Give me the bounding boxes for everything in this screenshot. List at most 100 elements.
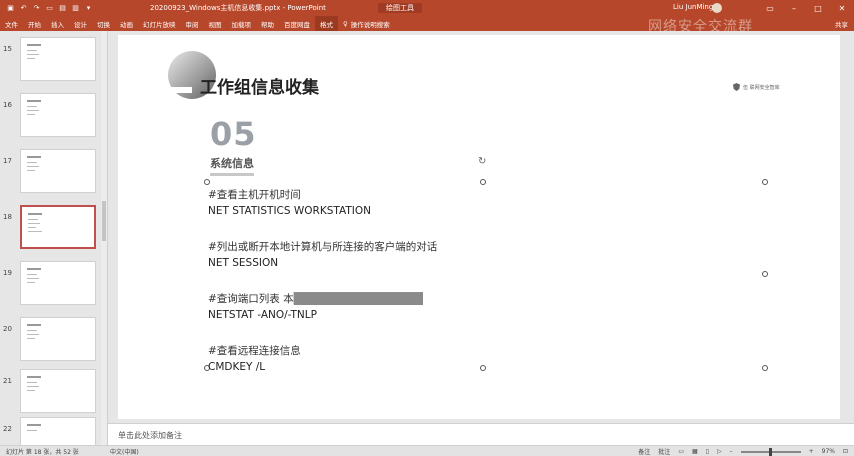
print-icon[interactable]: ▥ <box>71 4 80 13</box>
tab-review[interactable]: 审阅 <box>181 16 204 31</box>
thumbnail-row[interactable]: 17 <box>0 149 108 205</box>
tab-baidu[interactable]: 百度网盘 <box>279 16 315 31</box>
notes-pane[interactable]: 单击此处添加备注 <box>108 423 854 445</box>
slide-sorter-icon[interactable]: ▦ <box>692 448 698 455</box>
resize-handle[interactable] <box>480 179 486 185</box>
slide-thumbnail[interactable] <box>20 149 96 193</box>
slide-editor: 工作组信息收集 伍 联网安全智库 05 系统信息 ↻ #查看主机开机时间 NET… <box>108 31 854 423</box>
slideshow-view-icon[interactable]: ▷ <box>717 448 722 455</box>
section-name[interactable]: 系统信息 <box>210 155 254 176</box>
title-decoration-bar <box>168 87 192 93</box>
tab-help[interactable]: 帮助 <box>256 16 279 31</box>
zoom-in-icon[interactable]: + <box>809 448 814 455</box>
tab-insert[interactable]: 插入 <box>46 16 69 31</box>
close-icon[interactable]: ✕ <box>830 0 854 16</box>
language-indicator[interactable]: 中文(中国) <box>110 447 139 456</box>
thumbnail-scrollbar[interactable] <box>101 31 107 445</box>
comment-text: #查看主机开机时间 <box>208 189 301 201</box>
powerpoint-window: ▣ ↶ ↷ ▭ ▤ ▥ ▾ 20200923_Windows主机信息收集.ppt… <box>0 0 854 456</box>
thumbnail-pane: 15 16 17 18 19 20 21 22 <box>0 31 108 445</box>
command-text: NET SESSION <box>208 257 279 269</box>
resize-handle[interactable] <box>762 179 768 185</box>
undo-icon[interactable]: ↶ <box>19 4 28 13</box>
avatar[interactable] <box>712 3 722 13</box>
body-text-line[interactable]: NET STATISTICS WORKSTATION <box>208 205 371 217</box>
slide[interactable]: 工作组信息收集 伍 联网安全智库 05 系统信息 ↻ #查看主机开机时间 NET… <box>118 35 840 419</box>
fit-slide-icon[interactable]: ⊡ <box>843 448 848 455</box>
rotate-handle-icon[interactable]: ↻ <box>478 157 488 167</box>
comments-button[interactable]: 批注 <box>658 447 670 456</box>
slideshow-icon[interactable]: ▭ <box>45 4 54 13</box>
command-text: NET STATISTICS WORKSTATION <box>208 205 371 217</box>
user-name[interactable]: Liu JunMing <box>673 3 713 11</box>
thumbnail-number: 21 <box>3 377 12 385</box>
thumbnail-row[interactable]: 19 <box>0 261 108 317</box>
notes-placeholder: 单击此处添加备注 <box>118 431 182 440</box>
thumbnail-row[interactable]: 22 <box>0 417 108 445</box>
thumbnail-row[interactable]: 15 <box>0 37 108 93</box>
share-button[interactable]: 共享 <box>835 19 848 29</box>
reading-view-icon[interactable]: ▯ <box>706 448 709 455</box>
redo-icon[interactable]: ↷ <box>32 4 41 13</box>
notes-button[interactable]: 备注 <box>638 447 650 456</box>
tab-addins[interactable]: 加载项 <box>227 16 257 31</box>
comment-text: #列出或断开本地计算机与所连接的客户端的对话 <box>208 241 438 253</box>
thumbnail-row[interactable]: 16 <box>0 93 108 149</box>
command-text: CMDKEY /L <box>208 361 266 373</box>
slide-thumbnail[interactable] <box>20 93 96 137</box>
slide-thumbnail[interactable] <box>20 261 96 305</box>
slide-thumbnail[interactable] <box>20 317 96 361</box>
resize-handle[interactable] <box>762 365 768 371</box>
tell-me-search[interactable]: ♀ 操作说明搜索 <box>338 16 395 31</box>
tab-view[interactable]: 视图 <box>204 16 227 31</box>
normal-view-icon[interactable]: ▭ <box>678 448 684 455</box>
zoom-out-icon[interactable]: – <box>730 448 733 455</box>
slide-thumbnail[interactable] <box>20 369 96 413</box>
thumbnail-number: 16 <box>3 101 12 109</box>
maximize-icon[interactable]: □ <box>806 0 830 16</box>
logo-text: 伍 联网安全智库 <box>743 84 780 91</box>
document-title: 20200923_Windows主机信息收集.pptx - PowerPoint <box>150 4 326 12</box>
scrollbar-thumb[interactable] <box>102 201 106 241</box>
quick-access-toolbar: ▣ ↶ ↷ ▭ ▤ ▥ ▾ <box>0 4 150 13</box>
section-number[interactable]: 05 <box>210 115 257 153</box>
thumbnail-row[interactable]: 18 <box>0 205 108 261</box>
body-text-line[interactable]: #列出或断开本地计算机与所连接的客户端的对话 <box>208 239 437 254</box>
slide-thumbnail[interactable] <box>20 417 96 445</box>
resize-handle[interactable] <box>480 365 486 371</box>
resize-handle[interactable] <box>762 271 768 277</box>
shield-icon <box>733 83 740 91</box>
body-text-line[interactable]: NET SESSION <box>208 257 278 269</box>
tab-design[interactable]: 设计 <box>69 16 92 31</box>
customize-icon[interactable]: ▾ <box>84 4 93 13</box>
body-text-line[interactable]: CMDKEY /L <box>208 361 265 373</box>
slide-thumbnail-selected[interactable] <box>20 205 96 249</box>
body-text-line[interactable]: NETSTAT -ANO/-TNLP <box>208 309 317 321</box>
command-text: NETSTAT -ANO/-TNLP <box>208 309 317 321</box>
minimize-icon[interactable]: – <box>782 0 806 16</box>
body-text-line[interactable]: #查看远程连接信息 <box>208 343 301 358</box>
thumbnail-row[interactable]: 20 <box>0 317 108 373</box>
slide-thumbnail[interactable] <box>20 37 96 81</box>
thumbnail-number: 19 <box>3 269 12 277</box>
zoom-level[interactable]: 97% <box>822 448 835 455</box>
logo: 伍 联网安全智库 <box>733 83 780 91</box>
tab-format[interactable]: 格式 <box>315 16 338 31</box>
thumbnail-number: 15 <box>3 45 12 53</box>
save-icon[interactable]: ▣ <box>6 4 15 13</box>
open-icon[interactable]: ▤ <box>58 4 67 13</box>
selected-text-highlight[interactable]: ████████████████ <box>293 293 423 305</box>
tab-slideshow[interactable]: 幻灯片放映 <box>138 16 181 31</box>
zoom-slider-knob[interactable] <box>768 447 772 456</box>
thumbnail-number: 18 <box>3 213 12 221</box>
body-text-line[interactable]: #查询端口列表 本████████████████ <box>208 291 423 306</box>
slide-title[interactable]: 工作组信息收集 <box>200 73 319 98</box>
tab-transitions[interactable]: 切换 <box>92 16 115 31</box>
body-text-line[interactable]: #查看主机开机时间 <box>208 187 301 202</box>
tab-home[interactable]: 开始 <box>23 16 46 31</box>
zoom-slider[interactable] <box>740 447 801 456</box>
tab-animations[interactable]: 动画 <box>115 16 138 31</box>
ribbon-display-icon[interactable]: ▭ <box>758 0 782 16</box>
resize-handle[interactable] <box>204 179 210 185</box>
tab-file[interactable]: 文件 <box>0 16 23 31</box>
